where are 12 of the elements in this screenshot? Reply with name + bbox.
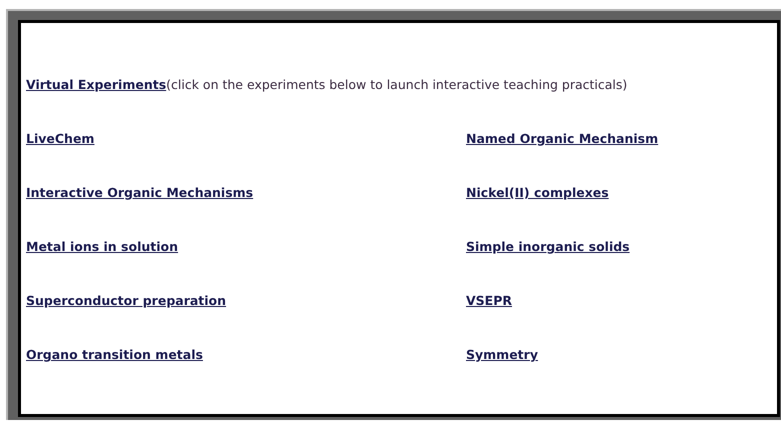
intro-paragraph: Virtual Experiments(click on the experiments below to launch interactive teaching practicals) [26,77,628,93]
experiment-link[interactable]: Interactive Organic Mechanisms [26,185,254,200]
virtual-experiments-link[interactable]: Virtual Experiments [26,77,166,92]
experiment-link[interactable]: Simple inorganic solids [466,239,630,254]
experiment-link[interactable]: VSEPR [466,293,512,308]
experiment-link[interactable]: Superconductor preparation [26,293,226,308]
experiment-link[interactable]: LiveChem [26,131,94,146]
experiment-link[interactable]: Metal ions in solution [26,239,178,254]
experiment-link[interactable]: Named Organic Mechanism [466,131,658,146]
experiment-link[interactable]: Organo transition metals [26,347,203,362]
experiment-link[interactable]: Nickel(II) complexes [466,185,609,200]
experiment-link[interactable]: Symmetry [466,347,538,362]
